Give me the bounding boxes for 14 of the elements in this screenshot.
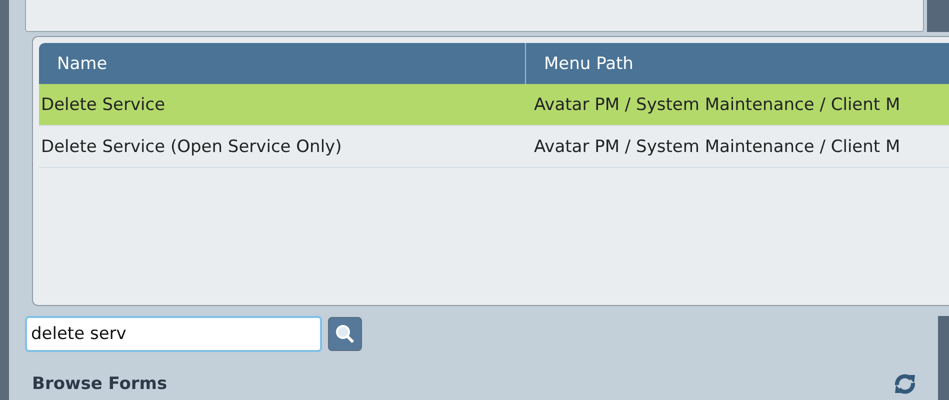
column-header[interactable]: Menu Path <box>526 43 634 84</box>
refresh-icon[interactable] <box>892 372 918 396</box>
table-row[interactable]: Delete Service (Open Service Only) Avatar PM / System Maintenance / Client M <box>39 126 949 168</box>
scrollbar[interactable] <box>938 316 949 400</box>
section-title: Browse Forms <box>32 374 168 394</box>
table-row[interactable]: Delete Service Avatar PM / System Maintenance / Client M <box>39 84 949 126</box>
table-cell-text: Delete Service <box>40 94 166 114</box>
search-field[interactable]: delete serv <box>25 316 322 352</box>
table-cell-text: Avatar PM / System Maintenance / Client M <box>533 136 900 156</box>
table-cell-text: Avatar PM / System Maintenance / Client M <box>533 94 900 114</box>
search-icon <box>335 324 355 344</box>
table-cell-text: Delete Service (Open Service Only) <box>40 136 343 156</box>
search-button[interactable] <box>328 317 362 351</box>
scrollbar[interactable] <box>927 0 949 32</box>
